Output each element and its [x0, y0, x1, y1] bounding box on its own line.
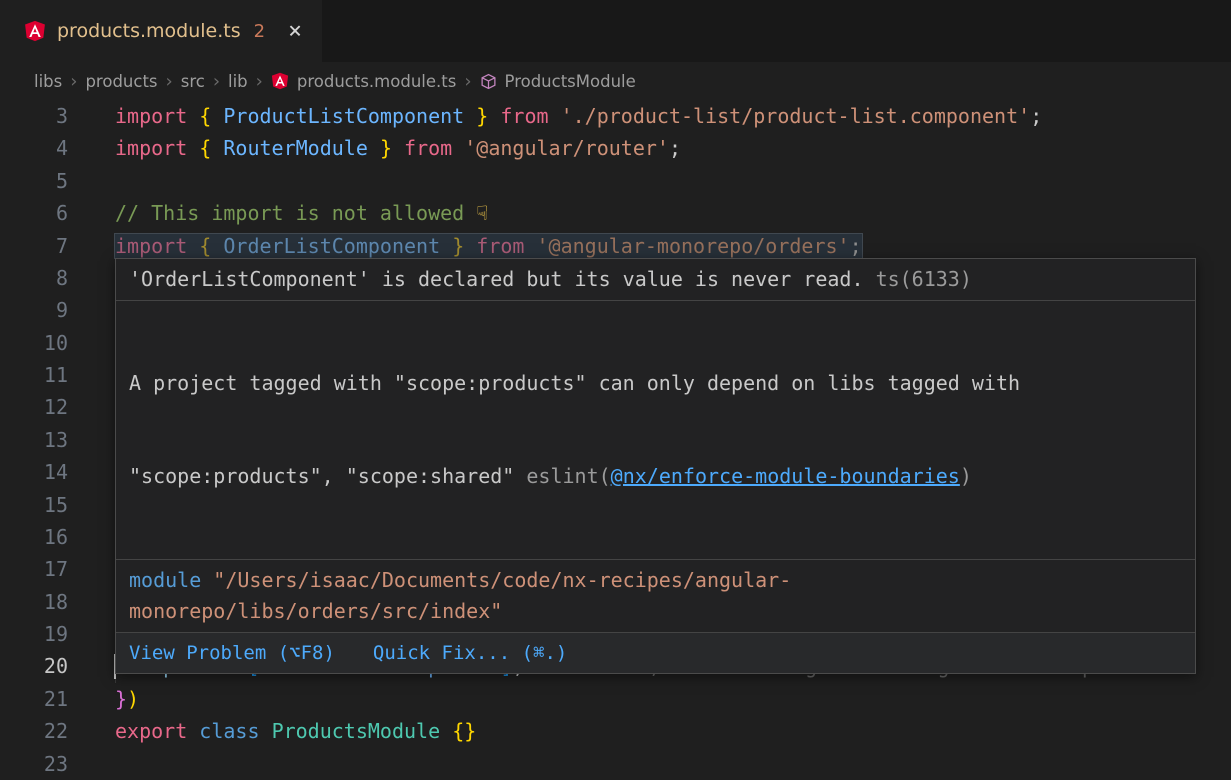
ts-message-text: 'OrderListComponent' is declared but its…: [129, 267, 864, 291]
line-number[interactable]: 3: [0, 100, 68, 132]
tab-problem-badge: 2: [254, 21, 265, 42]
eslint-message-line2: "scope:products", "scope:shared" eslint(…: [129, 461, 1182, 492]
eslint-source-open: eslint(: [526, 464, 610, 488]
breadcrumb-item-src[interactable]: src: [181, 72, 205, 91]
view-problem-link[interactable]: View Problem (⌥F8): [129, 639, 335, 667]
module-path-line2: monorepo/libs/orders/src/index": [129, 599, 502, 623]
eslint-message-line1: A project tagged with "scope:products" c…: [129, 368, 1182, 399]
line-content[interactable]: }): [115, 683, 1231, 715]
editor: 3 import { ProductListComponent } from '.…: [0, 100, 1231, 780]
eslint-scopes-text: "scope:products", "scope:shared": [129, 464, 526, 488]
eslint-rule-link[interactable]: @nx/enforce-module-boundaries: [611, 464, 960, 488]
line-number[interactable]: 15: [0, 489, 68, 521]
line-content[interactable]: import { RouterModule } from '@angular/r…: [115, 132, 1231, 164]
line-number[interactable]: 22: [0, 715, 68, 747]
breadcrumb-item-symbol[interactable]: ProductsModule: [505, 72, 636, 91]
code-line: 5: [0, 165, 1231, 197]
code-line: 4 import { RouterModule } from '@angular/…: [0, 132, 1231, 164]
tab-title: products.module.ts: [57, 20, 241, 42]
angular-icon: [271, 72, 289, 90]
code-line: 21}): [0, 683, 1231, 715]
line-content[interactable]: [115, 748, 1231, 780]
hover-message-ts: 'OrderListComponent' is declared but its…: [116, 259, 1195, 300]
close-icon[interactable]: ×: [288, 20, 302, 43]
breadcrumb-separator: ›: [70, 71, 77, 92]
hover-module-path: module "/Users/isaac/Documents/code/nx-r…: [116, 560, 1195, 632]
breadcrumb-separator: ›: [464, 71, 471, 92]
line-content[interactable]: export class ProductsModule {}: [115, 715, 1231, 747]
code-line: 6 // This import is not allowed ☟: [0, 197, 1231, 229]
breadcrumb-item-lib[interactable]: lib: [228, 72, 248, 91]
ts-source: ts(6133): [876, 267, 972, 291]
line-number[interactable]: 13: [0, 424, 68, 456]
line-number[interactable]: 5: [0, 165, 68, 197]
breadcrumb-separator: ›: [166, 71, 173, 92]
line-number[interactable]: 10: [0, 327, 68, 359]
line-number[interactable]: 7: [0, 230, 68, 262]
line-number[interactable]: 19: [0, 618, 68, 650]
code-line: 22 export class ProductsModule {}: [0, 715, 1231, 747]
hover-actions: View Problem (⌥F8) Quick Fix... (⌘.): [116, 633, 1195, 673]
line-number[interactable]: 16: [0, 521, 68, 553]
hover-message-eslint: A project tagged with "scope:products" c…: [116, 301, 1195, 559]
line-number[interactable]: 23: [0, 748, 68, 780]
line-number[interactable]: 21: [0, 683, 68, 715]
line-number[interactable]: 9: [0, 294, 68, 326]
line-number[interactable]: 4: [0, 132, 68, 164]
eslint-source-close: ): [960, 464, 972, 488]
line-content[interactable]: [115, 165, 1231, 197]
code-line: 3 import { ProductListComponent } from '.…: [0, 100, 1231, 132]
error-squiggle-statement[interactable]: import { OrderListComponent } from '@ang…: [115, 234, 862, 258]
angular-icon: [24, 20, 46, 42]
breadcrumb: libs › products › src › lib › products.m…: [0, 62, 1231, 100]
line-content[interactable]: import { ProductListComponent } from './…: [115, 100, 1231, 132]
line-content[interactable]: // This import is not allowed ☟: [115, 197, 1231, 229]
module-keyword: module: [129, 568, 201, 592]
line-number[interactable]: 18: [0, 586, 68, 618]
line-number[interactable]: 20: [0, 650, 68, 682]
quick-fix-link[interactable]: Quick Fix... (⌘.): [373, 639, 567, 667]
code-line: 23: [0, 748, 1231, 780]
tab-bar: products.module.ts 2 ×: [0, 0, 1231, 62]
module-symbol-icon: [480, 73, 497, 90]
breadcrumb-item-file[interactable]: products.module.ts: [297, 72, 456, 91]
hover-popup: 'OrderListComponent' is declared but its…: [115, 258, 1196, 674]
module-path-line1: "/Users/isaac/Documents/code/nx-recipes/…: [201, 568, 791, 592]
breadcrumb-separator: ›: [213, 71, 220, 92]
tab-products-module[interactable]: products.module.ts 2 ×: [0, 0, 322, 62]
breadcrumb-item-libs[interactable]: libs: [34, 72, 62, 91]
breadcrumb-item-products[interactable]: products: [85, 72, 157, 91]
line-number[interactable]: 17: [0, 553, 68, 585]
line-number[interactable]: 12: [0, 391, 68, 423]
line-number[interactable]: 8: [0, 262, 68, 294]
line-number[interactable]: 11: [0, 359, 68, 391]
breadcrumb-separator: ›: [256, 71, 263, 92]
line-number[interactable]: 6: [0, 197, 68, 229]
line-number[interactable]: 14: [0, 456, 68, 488]
